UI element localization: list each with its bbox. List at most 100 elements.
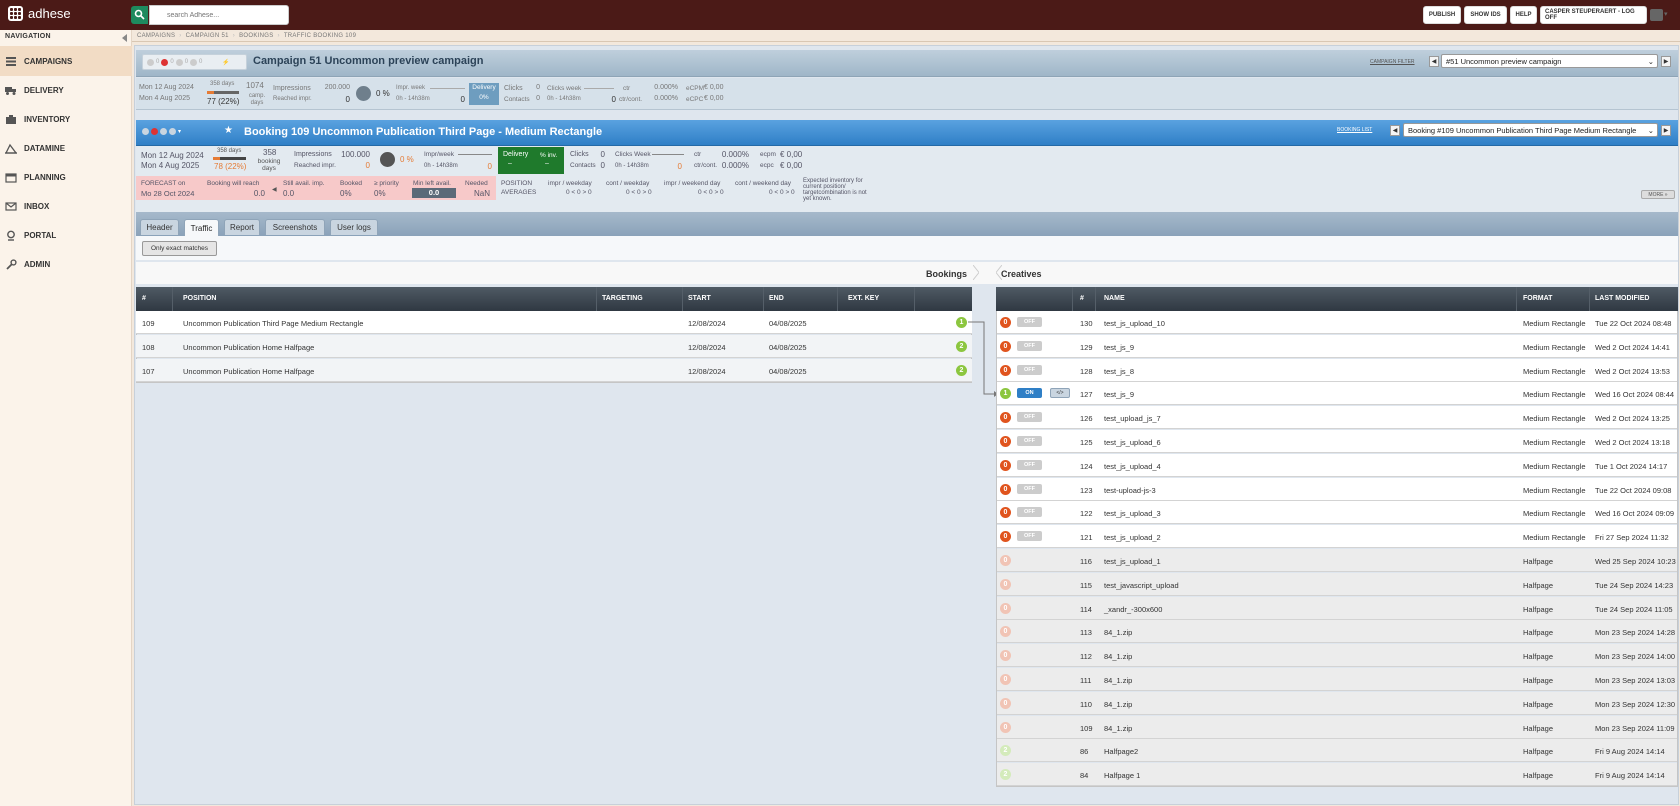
status-badge[interactable]: 0 — [1000, 507, 1011, 519]
search-button[interactable] — [131, 6, 148, 24]
avatar[interactable] — [1650, 9, 1663, 21]
table-row[interactable]: 0 109 84_1.zip Halfpage Mon 23 Sep 2024 11:0… — [996, 715, 1678, 739]
table-row[interactable]: 0 OFF 123 test-upload-js-3 Medium Rectangle T… — [996, 477, 1678, 501]
table-row[interactable]: 109 Uncommon Publication Third Page Medi… — [136, 311, 972, 334]
on-off-toggle[interactable]: OFF — [1017, 507, 1042, 518]
creative-count-badge[interactable]: 1 — [956, 317, 967, 328]
more-button[interactable]: MORE » — [1641, 190, 1675, 199]
table-row[interactable]: 0 116 test_js_upload_1 Halfpage Wed 25 Sep 2… — [996, 549, 1678, 572]
prev-booking-button[interactable]: ◀ — [1390, 125, 1400, 136]
booking-status-dots[interactable]: ▾ — [142, 128, 181, 135]
table-row[interactable]: 0 OFF 130 test_js_upload_10 Medium Rectangle… — [996, 311, 1678, 334]
collapse-icon[interactable] — [122, 34, 127, 42]
prev-campaign-button[interactable]: ◀ — [1429, 56, 1439, 67]
table-row[interactable]: 0 OFF 121 test_js_upload_2 Medium Rectangle F… — [996, 525, 1678, 549]
table-row[interactable]: 0 OFF 122 test_js_upload_3 Medium Rectangle W… — [996, 501, 1678, 525]
table-row[interactable]: 0 OFF 124 test_js_upload_4 Medium Rectangle T… — [996, 453, 1678, 477]
lightning-icon[interactable]: ⚡ — [222, 59, 229, 66]
log-off-button[interactable]: CASPER STEUPERAERT - LOG OFF — [1540, 6, 1647, 24]
table-row[interactable]: 0 115 test_javascript_upload Halfpage Tue 24… — [996, 572, 1678, 596]
status-badge[interactable]: 0 — [1000, 650, 1011, 662]
table-row[interactable]: 0 OFF 129 test_js_9 Medium Rectangle Wed 2 Oc… — [996, 334, 1678, 358]
tab-user-logs[interactable]: User logs — [330, 219, 378, 235]
table-row[interactable]: 2 84 Halfpage 1 Halfpage Fri 9 Aug 2024 14:1… — [996, 763, 1678, 787]
star-icon[interactable]: ★ — [224, 125, 233, 136]
on-off-toggle[interactable]: OFF — [1017, 364, 1042, 375]
table-row[interactable]: 0 OFF 125 test_js_upload_6 Medium Rectangle W… — [996, 430, 1678, 453]
help-button[interactable]: HELP — [1510, 6, 1537, 24]
on-off-toggle[interactable]: OFF — [1017, 340, 1042, 351]
status-badge[interactable]: 0 — [1000, 602, 1011, 614]
on-off-toggle[interactable]: OFF — [1017, 436, 1042, 446]
status-badge[interactable]: 0 — [1000, 555, 1011, 566]
code-button[interactable]: </> — [1050, 388, 1070, 399]
publish-button[interactable]: PUBLISH — [1423, 6, 1461, 24]
on-off-toggle[interactable]: OFF — [1017, 531, 1042, 542]
status-badge[interactable]: 0 — [1000, 436, 1011, 447]
show-ids-button[interactable]: SHOW IDS — [1464, 6, 1507, 24]
status-badge[interactable]: 0 — [1000, 697, 1011, 709]
table-row[interactable]: 0 114 _xandr_-300x600 Halfpage Tue 24 Sep 20… — [996, 596, 1678, 620]
creative-count-badge[interactable]: 2 — [956, 365, 967, 376]
only-exact-matches-button[interactable]: Only exact matches — [142, 241, 217, 256]
status-dot-icon — [147, 58, 154, 66]
sidebar-item-campaigns[interactable]: CAMPAIGNS — [0, 46, 132, 76]
chevron-down-icon[interactable]: ▾ — [1664, 10, 1668, 18]
tab-report[interactable]: Report — [224, 219, 260, 235]
search-input[interactable] — [149, 5, 289, 25]
breadcrumb-bookings[interactable]: BOOKINGS — [239, 33, 273, 39]
sidebar-item-delivery[interactable]: DELIVERY — [0, 75, 132, 105]
status-badge[interactable]: 0 — [1000, 578, 1011, 590]
table-row[interactable]: 0 112 84_1.zip Halfpage Mon 23 Sep 2024 14:0… — [996, 644, 1678, 668]
table-row[interactable]: 0 OFF 126 test_upload_js_7 Medium Rectangle W… — [996, 406, 1678, 430]
sidebar-item-inbox[interactable]: INBOX — [0, 191, 132, 221]
sidebar-item-admin[interactable]: ADMIN — [0, 249, 132, 279]
status-badge[interactable]: 1 — [1000, 388, 1011, 400]
status-badge[interactable]: 0 — [1000, 626, 1011, 638]
on-off-toggle[interactable]: OFF — [1017, 317, 1042, 327]
table-row[interactable]: 1 ON </> 127 test_js_9 Medium Rectangle Wed 16… — [996, 382, 1678, 406]
next-campaign-button[interactable]: ▶ — [1661, 56, 1671, 67]
cont-weekend-value: 0 < 0 > 0 — [769, 189, 795, 196]
status-badge[interactable]: 0 — [1000, 483, 1011, 495]
booking-list-link[interactable]: BOOKING LIST — [1337, 127, 1372, 133]
on-off-toggle[interactable]: OFF — [1017, 483, 1042, 494]
sidebar-item-datamine[interactable]: DATAMINE — [0, 133, 132, 163]
campaign-select[interactable]: #51 Uncommon preview campaign ⌄ — [1441, 54, 1658, 68]
table-row[interactable]: 108 Uncommon Publication Home Halfpage 1… — [136, 335, 972, 358]
table-row[interactable]: 0 111 84_1.zip Halfpage Mon 23 Sep 2024 13:0… — [996, 668, 1678, 691]
tab-traffic[interactable]: Traffic — [184, 219, 219, 236]
app-logo[interactable]: adhese — [8, 6, 71, 21]
status-badge[interactable]: 0 — [1000, 340, 1011, 352]
breadcrumb-campaigns[interactable]: CAMPAIGNS — [137, 33, 175, 39]
tab-header[interactable]: Header — [140, 219, 179, 235]
status-badge[interactable]: 0 — [1000, 412, 1011, 424]
table-row[interactable]: 107 Uncommon Publication Home Halfpage 1… — [136, 359, 972, 382]
status-badge[interactable]: 0 — [1000, 674, 1011, 685]
on-off-toggle[interactable]: ON — [1017, 388, 1042, 399]
status-badge[interactable]: 0 — [1000, 364, 1011, 376]
table-row[interactable]: 0 113 84_1.zip Halfpage Mon 23 Sep 2024 14:2… — [996, 620, 1678, 644]
next-booking-button[interactable]: ▶ — [1661, 125, 1671, 136]
chevron-left-icon[interactable]: ◀ — [272, 186, 277, 193]
status-badge[interactable]: 0 — [1000, 317, 1011, 328]
creative-count-badge[interactable]: 2 — [956, 341, 967, 352]
sidebar-item-planning[interactable]: PLANNING — [0, 162, 132, 192]
tab-screenshots[interactable]: Screenshots — [265, 219, 325, 235]
status-badge[interactable]: 0 — [1000, 531, 1011, 543]
table-row[interactable]: 0 OFF 128 test_js_8 Medium Rectangle Wed 2 Oc… — [996, 358, 1678, 382]
on-off-toggle[interactable]: OFF — [1017, 459, 1042, 470]
status-badge[interactable]: 2 — [1000, 769, 1011, 781]
sidebar-item-inventory[interactable]: INVENTORY — [0, 104, 132, 134]
sidebar-item-portal[interactable]: PORTAL — [0, 220, 132, 250]
campaign-status-counters[interactable]: 0 0 0 0 ⚡ — [142, 54, 247, 70]
status-badge[interactable]: 0 — [1000, 459, 1011, 471]
booking-select[interactable]: Booking #109 Uncommon Publication Third … — [1403, 123, 1658, 137]
status-badge[interactable]: 2 — [1000, 745, 1011, 757]
table-row[interactable]: 2 86 Halfpage2 Halfpage Fri 9 Aug 2024 14:14 — [996, 739, 1678, 763]
campaign-filter-link[interactable]: CAMPAIGN FILTER — [1370, 59, 1415, 65]
on-off-toggle[interactable]: OFF — [1017, 412, 1042, 423]
breadcrumb-campaign-51[interactable]: CAMPAIGN 51 — [186, 33, 229, 39]
status-badge[interactable]: 0 — [1000, 721, 1011, 733]
table-row[interactable]: 0 110 84_1.zip Halfpage Mon 23 Sep 2024 12:3… — [996, 691, 1678, 715]
